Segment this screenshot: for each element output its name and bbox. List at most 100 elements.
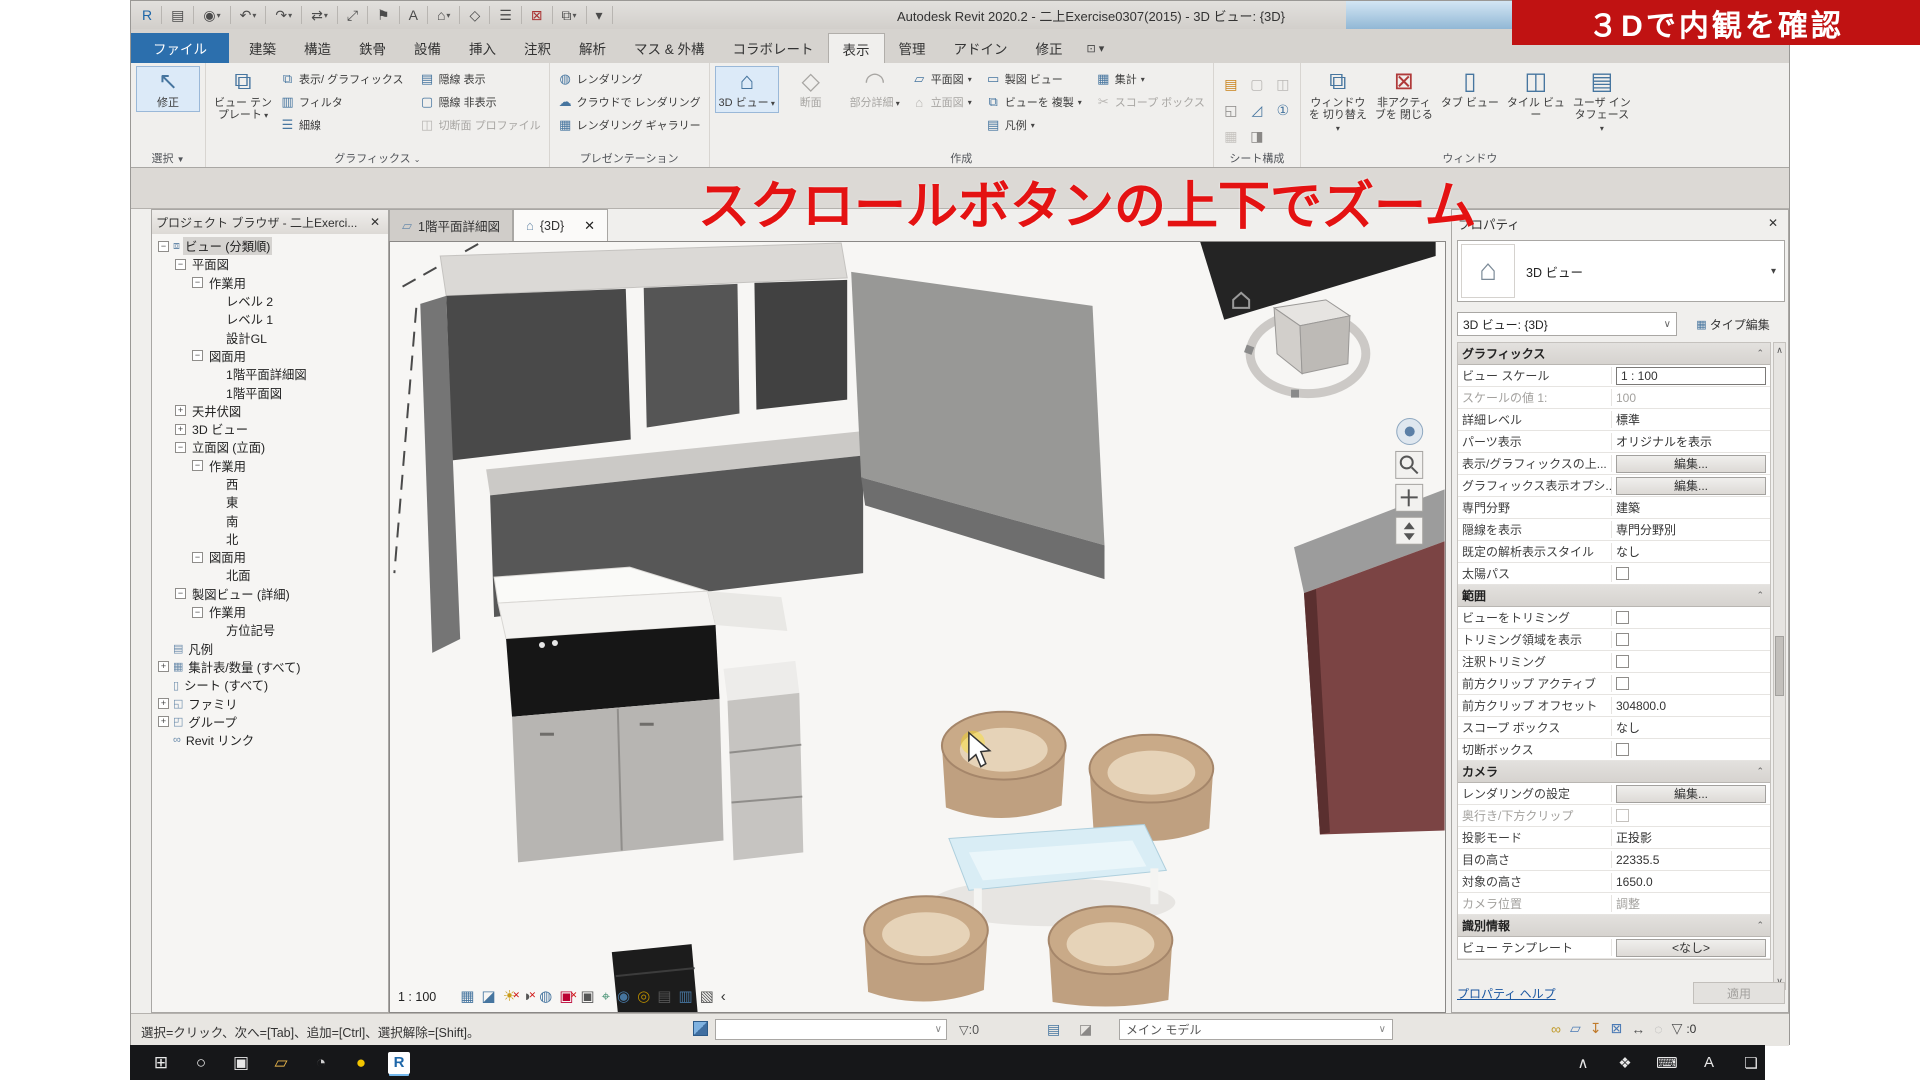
cut-profile-button[interactable]: ◫切断面 プロファイル: [417, 116, 544, 134]
property-value[interactable]: 22335.5: [1612, 853, 1770, 867]
tree-expander-icon[interactable]: +: [175, 405, 186, 416]
dropbox-icon[interactable]: ❖: [1612, 1054, 1638, 1072]
pan-icon[interactable]: [1396, 484, 1423, 511]
property-value[interactable]: なし: [1612, 543, 1770, 560]
measure-icon[interactable]: ⇄▾: [308, 4, 331, 26]
property-value[interactable]: オリジナルを表示: [1612, 433, 1770, 450]
remove-hidden-lines-button[interactable]: ▢隠線 非表示: [417, 93, 544, 111]
home-icon[interactable]: ▤: [168, 4, 187, 26]
property-value[interactable]: 正投影: [1612, 829, 1770, 846]
checkbox[interactable]: [1616, 655, 1629, 668]
section-button[interactable]: ◇断面: [779, 66, 843, 113]
hide-isolate-icon[interactable]: ◉: [617, 988, 630, 1006]
property-edit-button[interactable]: 編集...: [1616, 455, 1766, 473]
filters-button[interactable]: ▥フィルタ: [277, 93, 407, 111]
sun-path-icon[interactable]: ☀✕: [503, 988, 516, 1006]
tree-expander-icon[interactable]: −: [158, 241, 169, 252]
properties-scrollbar[interactable]: ∧ ∨: [1773, 342, 1786, 990]
tab-修正[interactable]: 修正: [1022, 33, 1077, 63]
switch-windows-icon[interactable]: ⧉▾: [559, 4, 580, 26]
tree-expander-icon[interactable]: −: [192, 460, 203, 471]
tree-item[interactable]: 1階平面詳細図: [152, 365, 388, 383]
checkbox[interactable]: [1616, 809, 1629, 822]
new-sheet-icon[interactable]: ▤: [1219, 72, 1243, 96]
select-underlay-icon[interactable]: ▱: [1570, 1020, 1581, 1037]
tab-コラボレート[interactable]: コラボレート: [719, 33, 828, 63]
property-value[interactable]: なし: [1612, 719, 1770, 736]
panel-label-select[interactable]: 選択 ▼: [131, 149, 205, 167]
section-pin-icon[interactable]: ⌃: [1756, 766, 1770, 777]
revision-icon[interactable]: ◱: [1219, 98, 1243, 122]
tree-item[interactable]: −立面図 (立面): [152, 438, 388, 456]
section-icon[interactable]: ◇: [466, 4, 483, 26]
recorder-icon[interactable]: ◔: [308, 1053, 334, 1073]
tree-item[interactable]: +◰グループ: [152, 713, 388, 731]
property-input[interactable]: 1 : 100: [1616, 367, 1766, 385]
panel-label-graphics[interactable]: グラフィックス ⌄: [206, 149, 549, 167]
show-hidden-lines-button[interactable]: ▤隠線 表示: [417, 70, 544, 88]
worksets-dialog-icon[interactable]: ▤: [1047, 1021, 1060, 1038]
tree-expander-icon[interactable]: −: [175, 588, 186, 599]
property-value[interactable]: 304800.0: [1612, 699, 1770, 713]
checkbox[interactable]: [1616, 677, 1629, 690]
notifications-icon[interactable]: ❏: [1738, 1054, 1764, 1072]
section-pin-icon[interactable]: ⌃: [1756, 920, 1770, 931]
user-interface-button[interactable]: ▤ユーザ インタフェース ▾: [1570, 66, 1634, 138]
properties-help-link[interactable]: プロパティ ヘルプ: [1457, 985, 1556, 1002]
render-in-cloud-button[interactable]: ☁クラウドで レンダリング: [555, 93, 704, 111]
tree-expander-icon[interactable]: −: [192, 607, 203, 618]
background-processes-icon[interactable]: ◌: [1654, 1021, 1662, 1037]
touch-keyboard-icon[interactable]: ⌨: [1654, 1054, 1680, 1072]
render-gallery-button[interactable]: ▦レンダリング ギャラリー: [555, 116, 704, 134]
steering-wheel-icon[interactable]: [1397, 419, 1423, 445]
scale-button[interactable]: 1 : 100: [398, 990, 436, 1004]
checkbox[interactable]: [1616, 633, 1629, 646]
tree-expander-icon[interactable]: −: [192, 552, 203, 563]
render-button[interactable]: ◍レンダリング: [555, 70, 704, 88]
guide-grid-icon[interactable]: ▦: [1219, 124, 1243, 148]
3d-view-button[interactable]: ⌂3D ビュー ▾: [715, 66, 779, 113]
tree-item[interactable]: 南: [152, 511, 388, 529]
tree-item[interactable]: ▯シート (すべて): [152, 676, 388, 694]
redo-icon[interactable]: ↷▾: [272, 4, 295, 26]
tab-views-button[interactable]: ▯タブ ビュー: [1438, 66, 1502, 112]
sheet-issue-icon[interactable]: ◿: [1245, 98, 1269, 122]
tab-表示[interactable]: 表示: [828, 33, 885, 63]
thin-lines-icon[interactable]: ☰: [496, 4, 515, 26]
ime-icon[interactable]: A: [1696, 1054, 1722, 1071]
legends-button[interactable]: ▤凡例▾: [983, 116, 1085, 134]
property-edit-button[interactable]: 編集...: [1616, 785, 1766, 803]
drawing-area[interactable]: 1 : 100 ▦◪☀✕◗✕◍▣✕▣⌖◉◎▤▥▧‹: [389, 241, 1446, 1013]
undo-icon[interactable]: ↶▾: [237, 4, 260, 26]
section-pin-icon[interactable]: ⌃: [1756, 348, 1770, 359]
place-view-icon[interactable]: ▢: [1245, 72, 1269, 96]
property-value[interactable]: 建築: [1612, 499, 1770, 516]
tab-解析[interactable]: 解析: [565, 33, 620, 63]
view-tab-3d[interactable]: ⌂ {3D} ✕: [513, 209, 608, 241]
search-icon[interactable]: ○: [188, 1053, 214, 1073]
tree-item[interactable]: 1階平面図: [152, 383, 388, 401]
tree-item[interactable]: ∞Revit リンク: [152, 731, 388, 749]
tree-item[interactable]: −製図ビュー (詳細): [152, 585, 388, 603]
type-selector[interactable]: ⌂ 3D ビュー ▾: [1457, 240, 1785, 302]
select-links-icon[interactable]: ∞: [1551, 1021, 1561, 1037]
tree-expander-icon[interactable]: −: [175, 259, 186, 270]
highlight-icon[interactable]: ●: [348, 1053, 374, 1073]
tree-expander-icon[interactable]: −: [175, 442, 186, 453]
tree-item[interactable]: レベル 2: [152, 292, 388, 310]
close-inactive-button[interactable]: ⊠非アクティブを 閉じる: [1372, 66, 1436, 124]
tree-item[interactable]: 方位記号: [152, 621, 388, 639]
project-browser-header[interactable]: プロジェクト ブラウザ - 二上Exerci... ✕: [152, 210, 388, 234]
tree-item[interactable]: +3D ビュー: [152, 420, 388, 438]
collapse-bar-icon[interactable]: ‹: [721, 988, 726, 1006]
tree-item[interactable]: +▦集計表/数量 (すべて): [152, 658, 388, 676]
workset-selector[interactable]: ∨: [715, 1019, 947, 1040]
tab-設備[interactable]: 設備: [400, 33, 455, 63]
dialog-launcher-icon[interactable]: ⌄: [414, 155, 421, 164]
close-icon[interactable]: ✕: [584, 218, 595, 234]
view-tab-plan[interactable]: ▱ 1階平面詳細図: [389, 209, 513, 241]
elevation-button[interactable]: ⌂立面図▾: [909, 93, 975, 111]
checkbox[interactable]: [1616, 611, 1629, 624]
tree-expander-icon[interactable]: +: [175, 424, 186, 435]
zoom-icon[interactable]: [1396, 451, 1423, 478]
